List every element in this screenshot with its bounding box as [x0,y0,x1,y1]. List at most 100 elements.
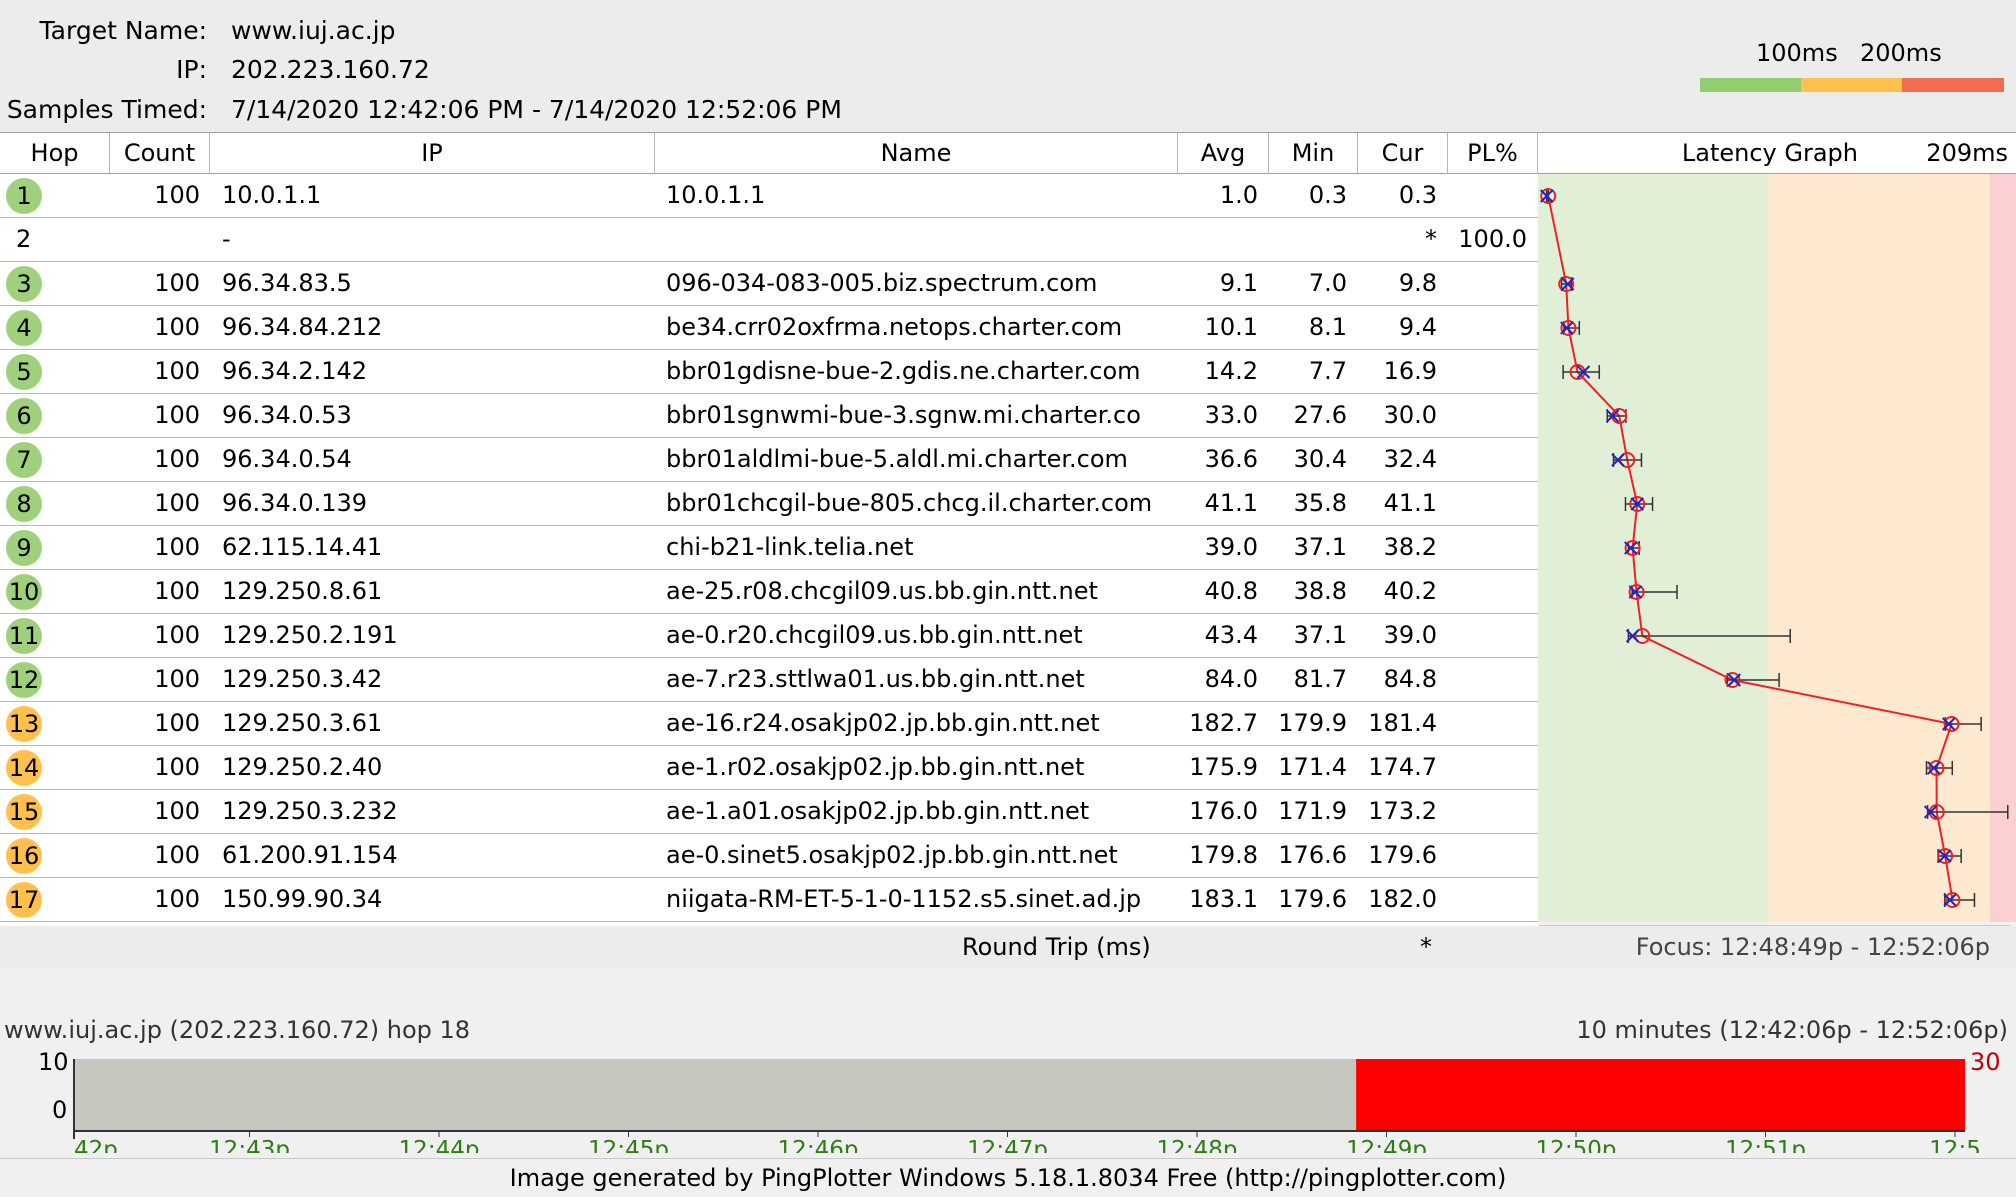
hop-cur: 179.6 [1368,841,1437,869]
hop-pl [1448,878,1527,921]
scale-200ms-label: 200ms [1860,39,1942,67]
latency-scale-legend: 100ms 200ms [1700,36,2004,92]
focus-range: Focus: 12:48:49p - 12:52:06p [1635,933,1990,961]
hop-cur: 9.8 [1398,269,1437,297]
col-pl[interactable]: PL% [1448,133,1538,175]
hop-cur: 30.0 [1383,401,1437,429]
hop-avg: 182.7 [1189,709,1258,737]
hop-min: 176.6 [1278,841,1347,869]
hop-row[interactable]: 9 100 62.115.14.41 chi-b21-link.telia.net 39… [0,526,1538,570]
col-latency-graph[interactable]: Latency Graph [1538,133,1858,175]
hop-grid: Hop Count IP Name Avg Min Cur PL% Latenc… [0,132,2016,968]
hop-pl [1448,614,1527,657]
col-name[interactable]: Name [655,133,1178,175]
hop-name: ae-25.r08.chcgil09.us.bb.gin.ntt.net [666,577,1098,605]
col-min[interactable]: Min [1269,133,1358,175]
hop-min: 37.1 [1293,533,1347,561]
hop-ip: 61.200.91.154 [222,841,398,869]
hop-row[interactable]: 11 100 129.250.2.191 ae-0.r20.chcgil09.us.b… [0,614,1538,658]
hop-ip: 129.250.3.42 [222,665,383,693]
col-hop[interactable]: Hop [0,133,110,175]
hop-avg: 36.6 [1204,445,1258,473]
hop-row[interactable]: 6 100 96.34.0.53 bbr01sgnwmi-bue-3.sgnw.mi.… [0,394,1538,438]
hop-number-badge: 16 [6,838,42,874]
hop-row[interactable]: 2 - * 100.0 [0,218,1538,262]
hop-min: 171.9 [1278,797,1347,825]
hop-cur: 182.0 [1368,885,1437,913]
hop-row[interactable]: 15 100 129.250.3.232 ae-1.a01.osakjp02.jp.b… [0,790,1538,834]
hop-row[interactable]: 4 100 96.34.84.212 be34.crr02oxfrma.netops.… [0,306,1538,350]
column-header-row: Hop Count IP Name Avg Min Cur PL% Latenc… [0,132,2016,175]
hop-count [110,218,200,261]
hop-row[interactable]: 17 100 150.99.90.34 niigata-RM-ET-5-1-0-115… [0,878,1538,922]
hop-count: 100 [154,269,200,297]
hop-avg: 175.9 [1189,753,1258,781]
hop-ip: 96.34.0.53 [222,401,352,429]
hop-cur: * [1425,225,1437,253]
hop-row[interactable]: 3 100 96.34.83.5 096-034-083-005.biz.spectr… [0,262,1538,306]
timeline-x-label: 42p [74,1137,118,1153]
timeline-x-label: 12:48p [1157,1137,1238,1153]
round-trip-star: * [1420,933,1432,961]
hop-min: 38.8 [1293,577,1347,605]
hop-number-badge: 17 [6,882,42,918]
hop-count: 100 [154,445,200,473]
scale-green-segment [1700,78,1801,92]
hop-cur: 174.7 [1368,753,1437,781]
hop-row[interactable]: 5 100 96.34.2.142 bbr01gdisne-bue-2.gdis.ne… [0,350,1538,394]
hop-number-badge: 4 [6,310,42,346]
hop-count: 100 [154,621,200,649]
hop-number-badge: 15 [6,794,42,830]
col-ip[interactable]: IP [210,133,655,175]
hop-name: ae-1.a01.osakjp02.jp.bb.gin.ntt.net [666,797,1090,825]
samples-timed-value: 7/14/2020 12:42:06 PM - 7/14/2020 12:52:… [231,95,842,124]
hop-ip: 129.250.8.61 [222,577,383,605]
hop-row[interactable]: 13 100 129.250.3.61 ae-16.r24.osakjp02.jp.b… [0,702,1538,746]
hop-min: 179.9 [1278,709,1347,737]
hop-ip: 96.34.83.5 [222,269,352,297]
timeline-x-label: 12:45p [588,1137,669,1153]
target-name-label: Target Name: [39,16,207,45]
timeline-chart[interactable]: 42p 12:43p 12:44p 12:45p 12:46p 12:47p 12:48p 1… [0,1043,2016,1153]
hop-cur: 0.3 [1398,181,1437,209]
graph-max-label: 209ms [1926,139,2008,167]
col-cur[interactable]: Cur [1358,133,1448,175]
hop-count: 100 [154,313,200,341]
hop-ip: 129.250.3.232 [222,797,398,825]
hop-row[interactable]: 8 100 96.34.0.139 bbr01chcgil-bue-805.chcg.… [0,482,1538,526]
timeline-host: www.iuj.ac.jp (202.223.160.72) hop 18 [4,1016,471,1044]
hop-count: 100 [154,841,200,869]
hop-cur: 9.4 [1398,313,1437,341]
hop-avg: 183.1 [1189,885,1258,913]
hop-row[interactable]: 12 100 129.250.3.42 ae-7.r23.sttlwa01.us.bb… [0,658,1538,702]
graph-band-red [1990,174,2016,922]
hop-avg: 1.0 [1219,181,1258,209]
hop-name: niigata-RM-ET-5-1-0-1152.s5.sinet.ad.jp [666,885,1142,913]
hop-ip: 129.250.2.40 [222,753,383,781]
hop-pl [1448,746,1527,789]
hop-number-badge: 13 [6,706,42,742]
hop-row[interactable]: 7 100 96.34.0.54 bbr01aldlmi-bue-5.aldl.mi.… [0,438,1538,482]
hop-number-badge: 6 [6,398,42,434]
hop-number-badge: 14 [6,750,42,786]
timeline-range: 10 minutes (12:42:06p - 12:52:06p) [1576,1016,2008,1044]
col-avg[interactable]: Avg [1178,133,1269,175]
hop-row[interactable]: 10 100 129.250.8.61 ae-25.r08.chcgil09.us.b… [0,570,1538,614]
hop-min: 27.6 [1293,401,1347,429]
hop-row[interactable]: 1 100 10.0.1.1 10.0.1.1 1.0 0.3 0.3 [0,174,1538,218]
timeline-x-label: 12:50p [1536,1137,1617,1153]
hop-min: 7.0 [1308,269,1347,297]
hop-name: be34.crr02oxfrma.netops.charter.com [666,313,1123,341]
hop-row[interactable]: 16 100 61.200.91.154 ae-0.sinet5.osakjp02.j… [0,834,1538,878]
hop-row[interactable]: 14 100 129.250.2.40 ae-1.r02.osakjp02.jp.bb… [0,746,1538,790]
hop-ip: 129.250.3.61 [222,709,383,737]
hop-avg: 40.8 [1204,577,1258,605]
hop-name: ae-0.sinet5.osakjp02.jp.bb.gin.ntt.net [666,841,1118,869]
hop-count: 100 [154,709,200,737]
hop-avg: 33.0 [1204,401,1258,429]
hop-min: 37.1 [1293,621,1347,649]
hop-name: bbr01sgnwmi-bue-3.sgnw.mi.charter.co [666,401,1141,429]
col-count[interactable]: Count [110,133,210,175]
hop-min: 81.7 [1293,665,1347,693]
hop-pl [1448,526,1527,569]
